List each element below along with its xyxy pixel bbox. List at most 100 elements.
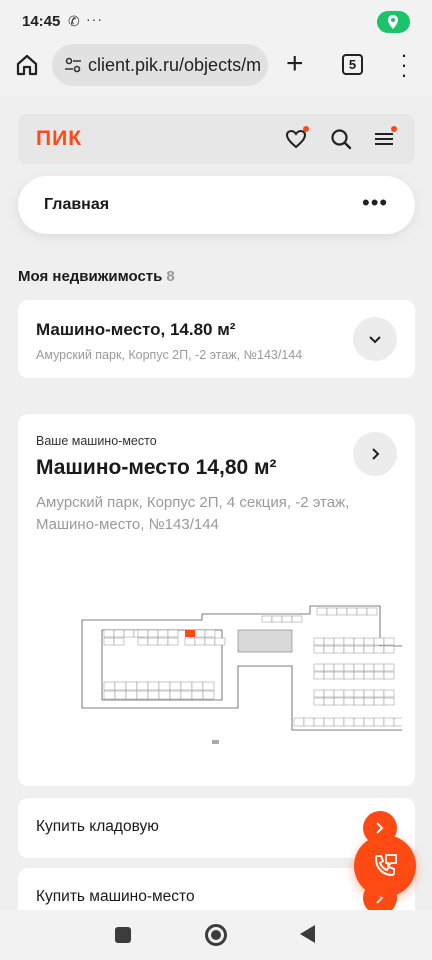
parking-stall [167, 629, 179, 638]
status-bar: 14:45 ✆ ··· [0, 0, 432, 44]
parking-stall [383, 663, 395, 672]
parking-stall [180, 681, 193, 691]
parking-stall [114, 681, 127, 691]
main-nav-pill[interactable]: Главная ••• [18, 176, 415, 234]
search-icon[interactable] [330, 128, 352, 150]
floor-plan [81, 605, 402, 744]
page-content: ПИК Главная ••• Моя недвижимость 8 Машино… [0, 96, 432, 910]
site-settings-icon[interactable] [64, 56, 82, 74]
parking-card[interactable]: Ваше машино-место Машино-место 14,80 м² … [18, 414, 415, 786]
parking-stall [157, 637, 169, 646]
parking-stall [313, 645, 325, 654]
parking-stall [363, 689, 375, 698]
parking-stall [383, 671, 395, 680]
parking-stall [373, 689, 385, 698]
parking-stall [147, 681, 160, 691]
parking-stall [313, 717, 325, 727]
parking-stall [323, 645, 335, 654]
parking-stall [366, 607, 378, 616]
properties-heading: Моя недвижимость 8 [18, 268, 175, 285]
home-button[interactable] [205, 924, 227, 946]
parking-stall [333, 697, 345, 706]
parking-stall [137, 637, 149, 646]
parking-stall [346, 607, 358, 616]
parking-stall [204, 637, 216, 646]
parking-stall [281, 615, 293, 623]
parking-stall [363, 671, 375, 680]
parking-stall [137, 629, 149, 638]
parking-stall [125, 690, 138, 700]
parking-stall [363, 717, 375, 727]
parking-stall [323, 689, 335, 698]
address-bar[interactable]: client.pik.ru/objects/m [52, 44, 268, 86]
parking-stall [363, 637, 375, 646]
buy-storage-label: Купить кладовую [36, 818, 159, 835]
parking-stall [147, 629, 159, 638]
parking-stall [333, 689, 345, 698]
parking-stall [313, 689, 325, 698]
chevron-right-icon [376, 822, 384, 834]
parking-stall [353, 663, 365, 672]
parking-stall [293, 717, 305, 727]
parking-stall [363, 663, 375, 672]
home-icon[interactable] [14, 52, 40, 78]
plus-icon[interactable]: + [286, 49, 304, 79]
parking-stall [316, 607, 328, 616]
parking-stall [343, 671, 355, 680]
parking-stall [194, 637, 206, 646]
parking-stall [356, 607, 368, 616]
parking-stall [184, 637, 196, 646]
buy-storage-card[interactable]: Купить кладовую [18, 798, 415, 858]
logo[interactable]: ПИК [36, 127, 82, 151]
parking-stall [383, 717, 395, 727]
parking-stall [373, 671, 385, 680]
parking-stall [169, 681, 182, 691]
property-card[interactable]: Машино-место, 14.80 м² Амурский парк, Ко… [18, 300, 415, 378]
parking-stall [125, 681, 138, 691]
parking-stall [373, 637, 385, 646]
parking-stall [333, 717, 345, 727]
tabs-icon[interactable]: 5 [342, 54, 363, 75]
parking-stall [383, 697, 395, 706]
parking-stall [114, 690, 127, 700]
parking-stall [136, 681, 149, 691]
location-icon [377, 11, 410, 33]
parking-stall [333, 645, 345, 654]
parking-stall [323, 697, 335, 706]
parking-stall [103, 681, 116, 691]
parking-stall [113, 629, 125, 638]
parking-stall [373, 697, 385, 706]
parking-stall [157, 629, 169, 638]
parking-stall [313, 637, 325, 646]
parking-stall [353, 645, 365, 654]
parking-stall [147, 637, 159, 646]
parking-stall [313, 671, 325, 680]
parking-stall [383, 645, 395, 654]
properties-title: Моя недвижимость [18, 268, 163, 285]
parking-stall [136, 690, 149, 700]
site-header: ПИК [18, 114, 415, 164]
parking-stall [373, 717, 385, 727]
parking-address: Амурский парк, Корпус 2П, 4 секция, -2 э… [36, 494, 350, 533]
status-more-icon: ··· [86, 11, 103, 27]
parking-stall [333, 671, 345, 680]
open-parking-button[interactable] [353, 432, 397, 476]
parking-stall [343, 689, 355, 698]
more-options-icon[interactable]: ••• [362, 190, 388, 216]
parking-stall [363, 697, 375, 706]
back-button[interactable] [300, 925, 315, 943]
recents-button[interactable] [115, 927, 131, 943]
menu-icon[interactable]: · · · [394, 44, 414, 86]
parking-stall [383, 637, 395, 646]
call-icon: ✆ [68, 13, 80, 29]
contact-fab[interactable] [354, 835, 416, 897]
parking-stall [103, 690, 116, 700]
parking-stall [214, 637, 226, 646]
parking-stall [147, 690, 160, 700]
system-nav-bar [0, 910, 432, 960]
parking-stall [194, 629, 206, 638]
expand-button[interactable] [353, 317, 397, 361]
parking-stall [180, 690, 193, 700]
parking-stall [353, 671, 365, 680]
parking-stall [123, 629, 135, 638]
